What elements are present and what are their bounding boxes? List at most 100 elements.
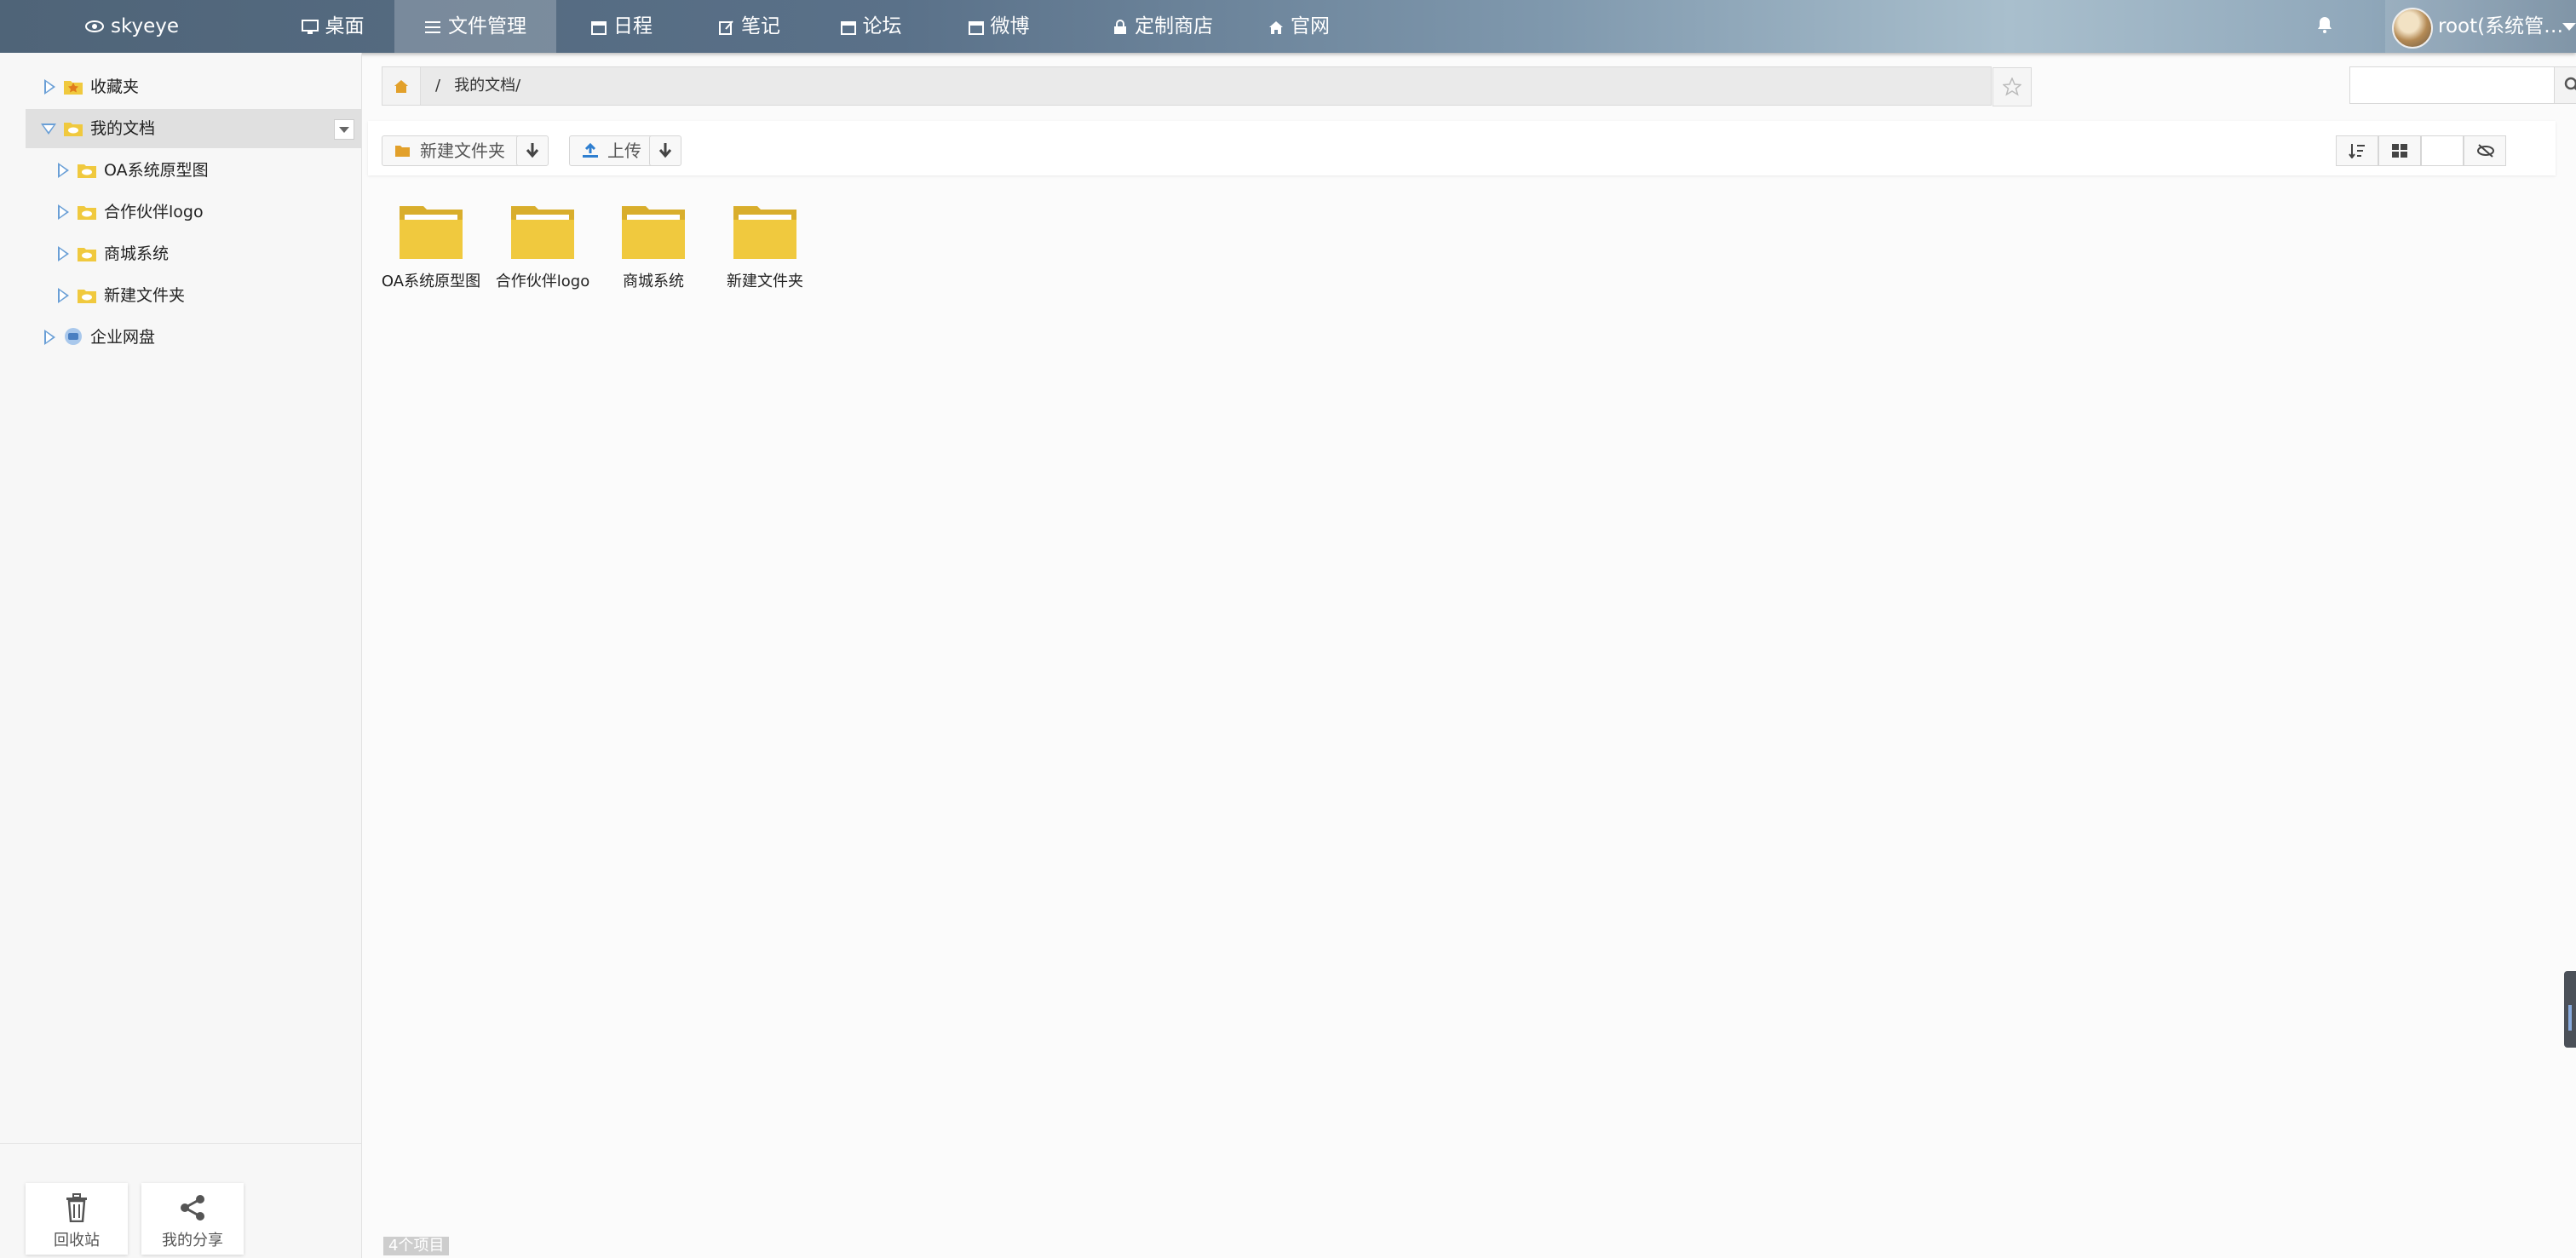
status-bar: 4个项目 bbox=[383, 1237, 450, 1255]
nav-weibo[interactable]: 微博 bbox=[946, 0, 1052, 53]
tree-item-folder[interactable]: 合作伙伴logo bbox=[39, 192, 361, 232]
tree-item-favorites[interactable]: 收藏夹 bbox=[26, 67, 361, 106]
breadcrumb: / 我的文档/ bbox=[435, 67, 520, 105]
collapse-icon[interactable] bbox=[41, 124, 56, 135]
folder-icon bbox=[400, 206, 463, 259]
recycle-bin-label: 回收站 bbox=[54, 1232, 100, 1249]
folder-icon bbox=[511, 206, 574, 259]
favorite-button[interactable] bbox=[1992, 67, 2032, 106]
nav-store-label: 定制商店 bbox=[1135, 15, 1213, 37]
nav-file-manager-label: 文件管理 bbox=[448, 15, 526, 37]
user-menu[interactable]: root(系统管… bbox=[2385, 0, 2576, 53]
calendar-icon bbox=[968, 21, 984, 35]
arrow-down-icon bbox=[526, 143, 539, 158]
expand-icon[interactable] bbox=[44, 330, 55, 345]
tree-item-folder[interactable]: 商城系统 bbox=[39, 234, 361, 273]
list-view-button[interactable] bbox=[2421, 135, 2464, 166]
grid-icon bbox=[2392, 144, 2407, 158]
dropdown-icon[interactable] bbox=[334, 119, 354, 140]
tree-label: 商城系统 bbox=[104, 244, 170, 263]
trash-icon bbox=[66, 1193, 87, 1223]
folder-name: 新建文件夹 bbox=[727, 273, 803, 290]
address-bar[interactable]: / 我的文档/ bbox=[382, 66, 2032, 106]
folder-icon bbox=[78, 164, 96, 178]
nav-forum[interactable]: 论坛 bbox=[818, 0, 924, 53]
new-folder-dropdown[interactable] bbox=[516, 135, 549, 166]
nav-file-manager[interactable]: 文件管理 bbox=[394, 0, 556, 53]
grid-view-button[interactable] bbox=[2378, 135, 2421, 166]
lock-icon bbox=[1114, 20, 1126, 34]
upload-button[interactable]: 上传 bbox=[569, 135, 654, 166]
nav-schedule[interactable]: 日程 bbox=[571, 0, 673, 53]
tree-item-my-documents[interactable]: 我的文档 bbox=[26, 109, 361, 148]
tree-item-folder[interactable]: 新建文件夹 bbox=[39, 276, 361, 315]
side-panel-handle[interactable] bbox=[2564, 971, 2576, 1048]
tree-item-folder[interactable]: OA系统原型图 bbox=[39, 151, 361, 190]
folder-icon bbox=[78, 248, 96, 261]
upload-dropdown[interactable] bbox=[649, 135, 681, 166]
tree-item-enterprise-disk[interactable]: 企业网盘 bbox=[26, 318, 361, 357]
nav-website[interactable]: 官网 bbox=[1248, 0, 1350, 53]
my-share-button[interactable]: 我的分享 bbox=[141, 1183, 244, 1255]
star-folder-icon bbox=[64, 81, 83, 95]
star-icon bbox=[2003, 78, 2021, 96]
nav-forum-label: 论坛 bbox=[862, 15, 902, 37]
toggle-preview-button[interactable] bbox=[2464, 135, 2506, 166]
chevron-down-icon bbox=[2562, 23, 2576, 31]
calendar-icon bbox=[591, 21, 607, 35]
expand-icon[interactable] bbox=[44, 79, 55, 95]
sort-icon bbox=[2349, 144, 2365, 158]
tree-label: 我的文档 bbox=[90, 119, 156, 138]
expand-icon[interactable] bbox=[58, 288, 69, 303]
folder-item[interactable]: 新建文件夹 bbox=[710, 204, 819, 293]
folder-icon bbox=[733, 206, 796, 259]
brand[interactable]: skyeye bbox=[85, 0, 179, 53]
search-icon bbox=[2564, 77, 2576, 91]
expand-icon[interactable] bbox=[58, 163, 69, 178]
list-icon bbox=[425, 21, 440, 33]
folder-item[interactable]: 商城系统 bbox=[599, 204, 708, 293]
folder-icon bbox=[78, 290, 96, 303]
new-folder-button[interactable]: 新建文件夹 bbox=[382, 135, 521, 166]
nav-desktop[interactable]: 桌面 bbox=[271, 0, 394, 53]
toolbar: 新建文件夹 上传 bbox=[368, 121, 2556, 175]
avatar bbox=[2392, 8, 2433, 49]
user-name: root(系统管… bbox=[2438, 15, 2564, 37]
search-button[interactable] bbox=[2554, 66, 2576, 104]
eye-slash-icon bbox=[2477, 144, 2494, 158]
folder-name: 合作伙伴logo bbox=[495, 273, 590, 290]
nav-store[interactable]: 定制商店 bbox=[1082, 0, 1244, 53]
search-input[interactable] bbox=[2349, 66, 2556, 104]
folder-open-icon bbox=[395, 146, 410, 157]
tree-label: OA系统原型图 bbox=[104, 161, 209, 180]
share-icon bbox=[181, 1195, 204, 1221]
folder-item[interactable]: 合作伙伴logo bbox=[488, 204, 597, 293]
my-share-label: 我的分享 bbox=[162, 1232, 223, 1249]
nav-desktop-label: 桌面 bbox=[325, 15, 365, 37]
breadcrumb-path[interactable]: 我的文档/ bbox=[454, 77, 520, 95]
divider bbox=[0, 1143, 361, 1144]
brand-label: skyeye bbox=[111, 15, 180, 37]
tree-label: 企业网盘 bbox=[90, 328, 156, 347]
tree-label: 收藏夹 bbox=[90, 78, 140, 96]
sidebar: 收藏夹 我的文档 OA系统原型图 合作伙伴logo 商城系统 新建文件夹 企业网… bbox=[0, 53, 362, 1258]
nav-notes[interactable]: 笔记 bbox=[699, 0, 801, 53]
expand-icon[interactable] bbox=[58, 204, 69, 220]
breadcrumb-separator: / bbox=[435, 77, 441, 95]
eye-icon bbox=[85, 0, 104, 53]
tree-label: 新建文件夹 bbox=[104, 286, 186, 305]
expand-icon[interactable] bbox=[58, 246, 69, 261]
nav-weibo-label: 微博 bbox=[990, 15, 1030, 37]
folder-icon bbox=[622, 206, 685, 259]
folder-item[interactable]: OA系统原型图 bbox=[377, 204, 486, 293]
top-navigation-bar: skyeye 桌面 文件管理 日程 笔记 论坛 微博 定制商店 官网 root(… bbox=[0, 0, 2576, 53]
sort-button[interactable] bbox=[2336, 135, 2378, 166]
home-button[interactable] bbox=[382, 67, 421, 105]
monitor-icon bbox=[301, 20, 319, 34]
arrow-down-icon bbox=[658, 143, 672, 158]
bell-icon[interactable] bbox=[2317, 15, 2332, 37]
edit-icon bbox=[719, 20, 733, 35]
new-folder-label: 新建文件夹 bbox=[420, 141, 505, 161]
recycle-bin-button[interactable]: 回收站 bbox=[26, 1183, 128, 1255]
home-icon bbox=[394, 80, 408, 93]
